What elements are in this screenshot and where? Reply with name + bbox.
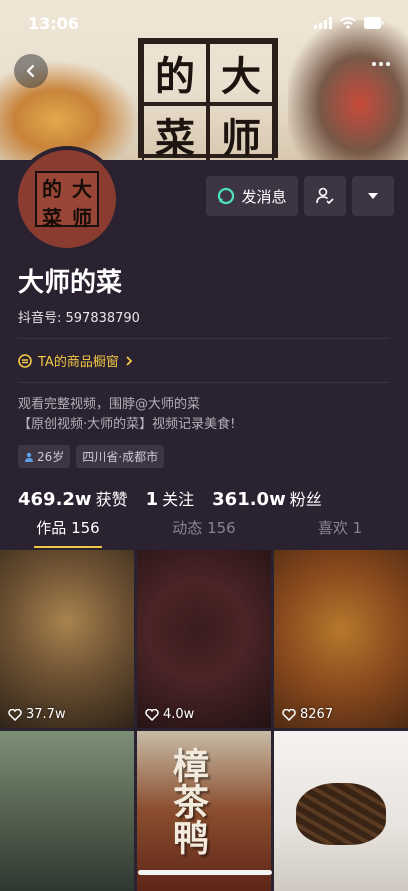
divider [18,338,390,339]
heart-icon [282,708,296,721]
profile-actions: 发消息 [206,176,394,216]
douyin-id: 抖音号: 597838790 [18,311,140,326]
chevron-right-icon [126,355,133,366]
video-likes: 4.0w [145,707,194,722]
video-thumbnail[interactable] [274,731,408,891]
more-options-button[interactable] [372,62,390,66]
home-indicator[interactable] [138,870,272,875]
battery-icon [364,17,384,29]
video-overlay-text: 樟茶鸭 [167,747,209,855]
tab-works[interactable]: 作品 156 [0,508,136,548]
profile-stats: 469.2w 获赞 1 关注 361.0w 粉丝 [18,486,390,510]
divider [18,382,390,383]
avatar-seal-logo: 的 大 菜 师 [35,171,99,230]
banner-seal-char: 的 [142,42,208,104]
wifi-icon [340,17,356,29]
gender-male-icon [25,452,33,462]
pine-cone-image [296,783,386,845]
cellular-signal-icon [314,17,332,29]
avatar[interactable]: 的 大 菜 师 [14,146,120,252]
age-text: 26岁 [37,450,65,464]
send-message-label: 发消息 [241,187,287,206]
followers-label: 粉丝 [289,490,322,509]
video-likes-count: 4.0w [163,707,195,722]
banner-seal-char: 大 [208,42,274,104]
following-button[interactable] [304,176,346,216]
video-thumbnail[interactable]: 37.7w [0,550,134,728]
video-thumbnail[interactable] [0,731,134,891]
profile-name: 大师的菜 [18,268,123,298]
following-stat[interactable]: 1 关注 [146,486,195,510]
avatar-seal-char: 的 [42,177,62,201]
caret-down-icon [368,193,378,199]
banner-seal-logo: 的 大 菜 师 [138,38,278,160]
tab-likes[interactable]: 喜欢 1 [272,508,408,548]
profile-tabs: 作品 156 动态 156 喜欢 1 [0,508,408,548]
avatar-image: 的 大 菜 师 [18,150,116,248]
video-likes-count: 37.7w [26,707,66,722]
heart-icon [8,708,22,721]
followers-stat[interactable]: 361.0w 粉丝 [212,486,322,510]
followers-count: 361.0w [212,489,286,510]
profile-tags: 26岁 四川省·成都市 [18,445,390,468]
bio-line: 观看完整视频，围脖@大师的菜 [18,397,201,412]
video-thumbnail[interactable]: 4.0w [137,550,271,728]
chevron-left-icon [26,64,35,78]
shop-window-link[interactable]: TA的商品橱窗 [18,351,390,370]
age-tag: 26岁 [18,445,71,468]
banner-seal-char: 菜 [142,104,208,160]
likes-label: 获赞 [95,490,128,509]
shop-window-label: TA的商品橱窗 [38,355,119,370]
location-tag: 四川省·成都市 [76,445,165,468]
following-count: 1 [145,489,159,510]
dot-icon [386,62,390,66]
avatar-seal-char: 大 [72,177,92,201]
video-likes: 8267 [282,707,333,722]
video-likes: 37.7w [8,707,66,722]
status-icons [314,17,384,29]
video-likes-count: 8267 [300,707,334,722]
heart-icon [145,708,159,721]
back-button[interactable] [14,54,48,88]
following-label: 关注 [162,490,195,509]
video-thumbnail[interactable]: 樟茶鸭 [137,731,271,891]
bio-line: 【原创视频·大师的菜】视频记录美食! [18,417,236,432]
likes-stat[interactable]: 469.2w 获赞 [18,486,128,510]
video-grid: 37.7w 4.0w 8267 樟茶鸭 [0,550,408,891]
status-time: 13:06 [28,13,79,33]
user-check-icon [316,187,334,205]
profile-info: 大师的菜 抖音号: 597838790 TA的商品橱窗 观看完整视频，围脖@大师… [18,262,390,510]
video-overlay-title: 樟茶鸭 [167,747,271,864]
send-message-button[interactable]: 发消息 [206,176,298,216]
dot-icon [372,62,376,66]
likes-count: 469.2w [18,489,92,510]
status-bar: 13:06 [0,0,408,46]
shop-icon [18,353,32,368]
expand-recommendations-button[interactable] [352,176,394,216]
banner-seal-char: 师 [208,104,274,160]
avatar-seal-char: 师 [72,206,92,230]
profile-bio: 观看完整视频，围脖@大师的菜 【原创视频·大师的菜】视频记录美食! [18,395,390,435]
dot-icon [379,62,383,66]
chat-bubble-icon [218,187,235,205]
video-thumbnail[interactable]: 8267 [274,550,408,728]
tab-activity[interactable]: 动态 156 [136,508,272,548]
avatar-seal-char: 菜 [42,206,62,230]
